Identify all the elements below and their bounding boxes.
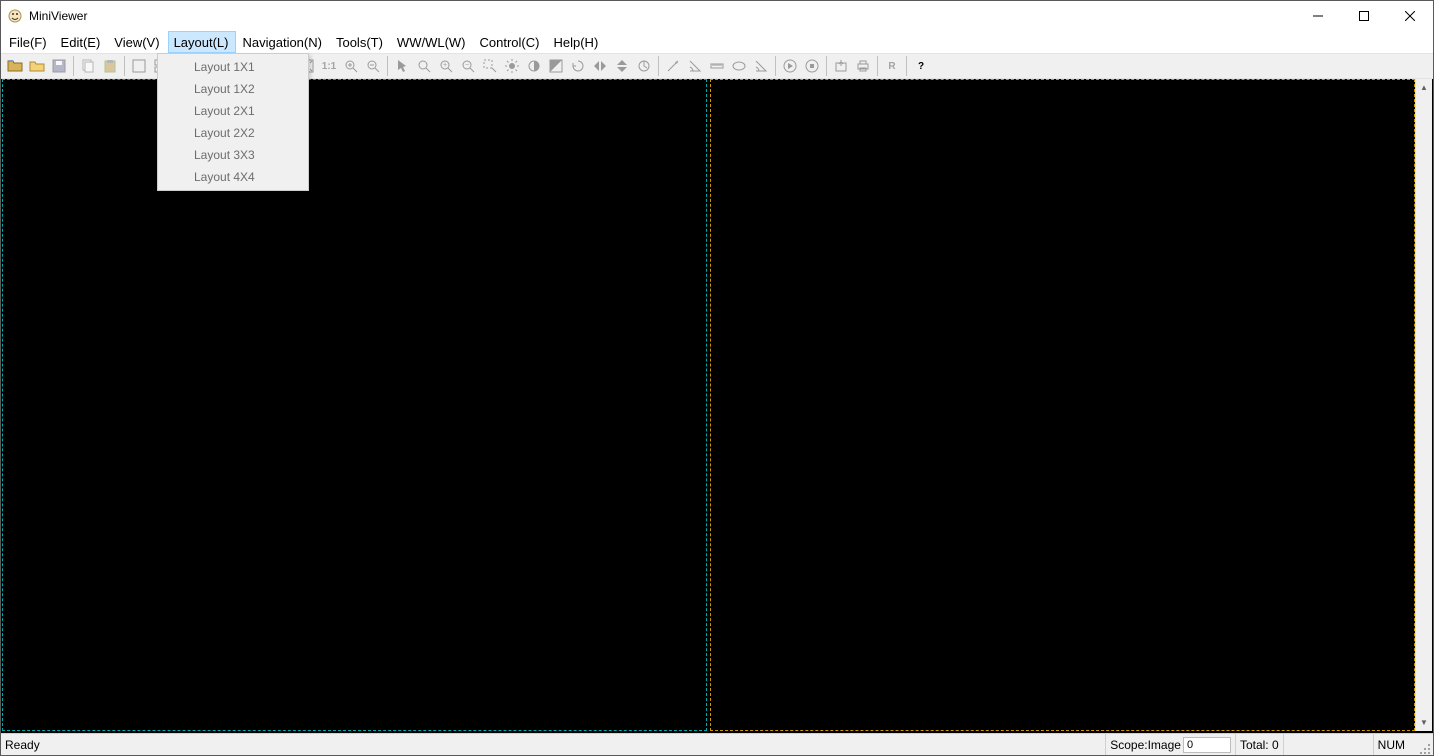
- toolbar-separator: [124, 56, 125, 76]
- zoom-in-icon[interactable]: [341, 56, 361, 76]
- maximize-button[interactable]: [1341, 1, 1387, 31]
- menu-edit[interactable]: Edit(E): [55, 31, 109, 53]
- cine-stop-icon[interactable]: [802, 56, 822, 76]
- menu-control[interactable]: Control(C): [474, 31, 548, 53]
- open-folder-icon[interactable]: [27, 56, 47, 76]
- layout-option-2[interactable]: Layout 2X1: [158, 100, 308, 122]
- layout-dropdown: Layout 1X1Layout 1X2Layout 2X1Layout 2X2…: [157, 53, 309, 191]
- cine-play-icon[interactable]: [780, 56, 800, 76]
- ellipse-icon[interactable]: [729, 56, 749, 76]
- scroll-up-icon[interactable]: ▲: [1416, 79, 1432, 96]
- region-zoom-icon[interactable]: [480, 56, 500, 76]
- status-num: NUM: [1373, 734, 1409, 755]
- pan-icon[interactable]: [414, 56, 434, 76]
- arrow-tool-icon[interactable]: [663, 56, 683, 76]
- layout-option-1[interactable]: Layout 1X2: [158, 78, 308, 100]
- reset-icon[interactable]: [634, 56, 654, 76]
- menubar: File(F) Edit(E) View(V) Layout(L) Naviga…: [1, 31, 1433, 53]
- zoom-out-icon[interactable]: [363, 56, 383, 76]
- app-icon: [7, 8, 23, 24]
- menu-navigation[interactable]: Navigation(N): [236, 31, 329, 53]
- image-panel-right[interactable]: [710, 79, 1415, 731]
- magnify-plus-icon[interactable]: +: [436, 56, 456, 76]
- minimize-button[interactable]: [1295, 1, 1341, 31]
- menu-view[interactable]: View(V): [108, 31, 167, 53]
- angle-icon[interactable]: [685, 56, 705, 76]
- image-panel-left[interactable]: [2, 79, 707, 731]
- app-window: MiniViewer File(F) Edit(E) View(V) Layou…: [0, 0, 1434, 756]
- scale-1-1-icon[interactable]: 1:1: [319, 56, 339, 76]
- menu-file[interactable]: File(F): [3, 31, 55, 53]
- contrast-icon[interactable]: [524, 56, 544, 76]
- menu-wwwl[interactable]: WW/WL(W): [391, 31, 474, 53]
- status-total: Total: 0: [1235, 734, 1283, 755]
- close-button[interactable]: [1387, 1, 1433, 31]
- resize-grip-icon[interactable]: [1415, 739, 1431, 755]
- toolbar-separator: [73, 56, 74, 76]
- scroll-down-icon[interactable]: ▼: [1416, 714, 1432, 731]
- window-title: MiniViewer: [29, 9, 87, 23]
- toolbar-separator: [387, 56, 388, 76]
- flip-v-icon[interactable]: [612, 56, 632, 76]
- scroll-track[interactable]: [1416, 96, 1432, 714]
- menu-tools[interactable]: Tools(T): [330, 31, 391, 53]
- menu-layout[interactable]: Layout(L): [168, 31, 237, 53]
- copy-icon[interactable]: [78, 56, 98, 76]
- save-icon[interactable]: [49, 56, 69, 76]
- layout-option-4[interactable]: Layout 3X3: [158, 144, 308, 166]
- layout-option-0[interactable]: Layout 1X1: [158, 56, 308, 78]
- titlebar: MiniViewer: [1, 1, 1433, 31]
- magnify-minus-icon[interactable]: −: [458, 56, 478, 76]
- rotate-icon[interactable]: [568, 56, 588, 76]
- statusbar: Ready Scope:Image 0 Total: 0 NUM: [1, 733, 1433, 755]
- flip-h-icon[interactable]: [590, 56, 610, 76]
- layout-option-5[interactable]: Layout 4X4: [158, 166, 308, 188]
- open-folder-alt-icon[interactable]: [5, 56, 25, 76]
- status-scope: Scope:Image 0: [1105, 734, 1235, 755]
- layout-single-icon[interactable]: [129, 56, 149, 76]
- paste-icon[interactable]: [100, 56, 120, 76]
- status-ready: Ready: [1, 738, 1105, 752]
- vertical-scrollbar[interactable]: ▲ ▼: [1415, 79, 1432, 731]
- help-icon[interactable]: ?: [911, 56, 931, 76]
- ruler-icon[interactable]: [707, 56, 727, 76]
- r-icon[interactable]: R: [882, 56, 902, 76]
- pointer-icon[interactable]: [392, 56, 412, 76]
- toolbar-separator: [877, 56, 878, 76]
- toolbar-separator: [906, 56, 907, 76]
- print-icon[interactable]: [853, 56, 873, 76]
- brightness-icon[interactable]: [502, 56, 522, 76]
- toolbar-separator: [658, 56, 659, 76]
- invert-icon[interactable]: [546, 56, 566, 76]
- status-scope-value: 0: [1183, 737, 1231, 753]
- toolbar-separator: [826, 56, 827, 76]
- svg-text:−: −: [465, 62, 469, 69]
- toolbar-separator: [775, 56, 776, 76]
- export-icon[interactable]: [831, 56, 851, 76]
- menu-help[interactable]: Help(H): [547, 31, 606, 53]
- layout-option-3[interactable]: Layout 2X2: [158, 122, 308, 144]
- rectangle-icon[interactable]: [751, 56, 771, 76]
- svg-text:+: +: [443, 62, 447, 69]
